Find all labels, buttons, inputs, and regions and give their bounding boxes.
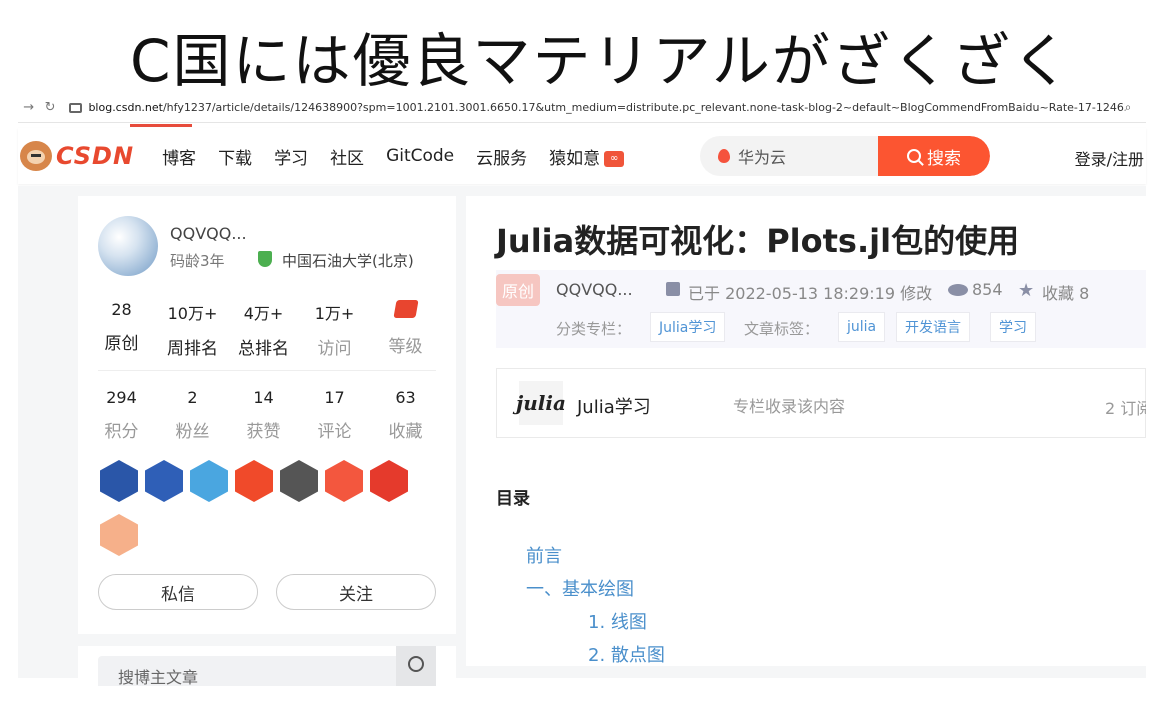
tags-label: 文章标签： xyxy=(744,320,820,338)
zoom-icon[interactable]: ⌕ xyxy=(1125,100,1146,115)
reload-icon[interactable]: ↻ xyxy=(39,100,60,115)
csdn-logo[interactable]: CSDN xyxy=(20,141,134,171)
thirty-days-medal-icon[interactable] xyxy=(100,514,138,556)
follow-button[interactable]: 关注 xyxy=(276,574,436,610)
column-subscribers: 2 订阅 xyxy=(1105,399,1146,418)
rocket-medal-icon[interactable] xyxy=(100,460,138,502)
toc-item[interactable]: 1. 线图 xyxy=(526,608,665,641)
search-icon xyxy=(907,149,921,163)
profile-card: QQVQQ... 码龄3年 中国石油大学(北京) 28 原创 10万+ 周排名 4万… xyxy=(78,196,456,634)
column-card[interactable]: julia Julia学习 专栏收录该内容 2 订阅 xyxy=(496,368,1146,438)
school-name: 中国石油大学(北京) xyxy=(282,252,414,270)
url-text[interactable]: blog.csdn.net/hfy1237/article/details/12… xyxy=(88,101,1124,114)
toc-item[interactable]: 2. 散点图 xyxy=(526,641,665,666)
stat-visits: 1万+ 访问 xyxy=(314,304,355,359)
star-icon[interactable]: ★ xyxy=(1018,280,1034,301)
julia-logo: julia xyxy=(516,381,566,425)
stat-week-rank[interactable]: 10万+ 周排名 xyxy=(157,300,228,359)
forward-icon[interactable]: → xyxy=(18,100,39,115)
meta-date: 已于 2022-05-13 18:29:19 修改 xyxy=(688,284,933,303)
stat-original[interactable]: 28 原创 xyxy=(86,300,157,359)
category-label: 分类专栏： xyxy=(556,320,632,338)
stats-row-1: 28 原创 10万+ 周排名 4万+ 总排名 1万+ 访问 等级 xyxy=(86,300,464,359)
profile-actions: 私信 关注 xyxy=(98,574,454,610)
meta-author[interactable]: QQVQQ... xyxy=(556,280,633,299)
blog-search-card: 搜博主文章 xyxy=(78,646,456,686)
pen-medal-icon[interactable] xyxy=(370,460,408,502)
search-box: 搜索 xyxy=(700,136,990,176)
stats-row-2: 294 积分 2 粉丝 14 获赞 17 评论 63 收藏 xyxy=(86,388,464,442)
article-meta: 原创 QQVQQ... 已于 2022-05-13 18:29:19 修改 85… xyxy=(496,270,1146,348)
stat-total-rank[interactable]: 4万+ 总排名 xyxy=(228,300,299,359)
nav-item-community[interactable]: 社区 xyxy=(330,144,364,169)
meta-favorites[interactable]: 收藏 8 xyxy=(1042,280,1089,304)
gift-medal-icon[interactable] xyxy=(235,460,273,502)
stats-divider xyxy=(98,370,436,371)
stat-comments: 17 评论 xyxy=(317,388,352,442)
stat-level[interactable]: 等级 xyxy=(370,300,441,359)
toc-item[interactable]: 前言 xyxy=(526,542,665,575)
article-panel: Julia数据可视化：Plots.jl包的使用 原创 QQVQQ... 已于 2… xyxy=(466,196,1146,666)
meta-views: 854 xyxy=(972,280,1003,299)
medal-list xyxy=(100,460,440,568)
article-tag[interactable]: 开发语言 xyxy=(896,312,970,342)
top-navigation: CSDN 博客 下载 学习 社区 GitCode 云服务 猿如意∞ 搜索 登录/… xyxy=(18,128,1146,184)
article-title: Julia数据可视化：Plots.jl包的使用 xyxy=(496,222,1020,260)
category-tag[interactable]: Julia学习 xyxy=(650,312,726,342)
column-name[interactable]: Julia学习 xyxy=(577,393,651,419)
nav-item-blog[interactable]: 博客 xyxy=(162,144,196,169)
active-nav-indicator xyxy=(130,124,192,127)
column-description: 专栏收录该内容 xyxy=(733,397,846,416)
blog-search-input[interactable]: 搜博主文章 xyxy=(98,656,436,686)
stat-likes: 14 获赞 xyxy=(246,388,281,442)
blog-medal-icon[interactable] xyxy=(190,460,228,502)
avatar[interactable] xyxy=(98,216,158,276)
code-age: 码龄3年 xyxy=(170,252,225,270)
nav-item-learn[interactable]: 学习 xyxy=(274,144,308,169)
edit-icon xyxy=(666,282,680,296)
flame-icon xyxy=(718,149,730,163)
stat-points: 294 积分 xyxy=(104,388,139,442)
eye-icon xyxy=(948,284,968,296)
blog-search-icon[interactable] xyxy=(396,646,436,686)
address-bar[interactable]: → ↻ blog.csdn.net/hfy1237/article/detail… xyxy=(18,93,1146,123)
stat-fans[interactable]: 2 粉丝 xyxy=(157,388,228,442)
toc-item[interactable]: 一、基本绘图 xyxy=(526,575,665,608)
lock-icon xyxy=(68,102,83,113)
persistence-medal-icon[interactable] xyxy=(280,460,318,502)
profile-username[interactable]: QQVQQ... xyxy=(170,224,247,243)
stat-favorites: 63 收藏 xyxy=(388,388,423,442)
rocket-medal-icon[interactable] xyxy=(145,460,183,502)
ribbon-medal-icon[interactable] xyxy=(325,460,363,502)
article-tag[interactable]: julia xyxy=(838,312,886,342)
school-verified-icon xyxy=(258,251,272,267)
login-link[interactable]: 登录/注册 xyxy=(1075,146,1144,170)
original-badge: 原创 xyxy=(496,274,540,306)
nav-item-download[interactable]: 下载 xyxy=(218,144,252,169)
search-input[interactable] xyxy=(738,146,888,166)
search-button[interactable]: 搜索 xyxy=(878,136,990,176)
yuanruyi-badge-icon: ∞ xyxy=(604,150,625,167)
article-tag[interactable]: 学习 xyxy=(990,312,1036,342)
nav-item-yuanruyi[interactable]: 猿如意 ∞ xyxy=(549,144,625,169)
monkey-logo-icon xyxy=(20,141,52,171)
level-icon xyxy=(392,300,419,318)
nav-item-gitcode[interactable]: GitCode xyxy=(386,146,454,166)
toc-title: 目录 xyxy=(496,489,530,509)
nav-item-cloud[interactable]: 云服务 xyxy=(476,144,527,169)
slide-title: C国には優良マテリアルがざくざく xyxy=(130,27,1072,95)
table-of-contents: 前言 一、基本绘图 1. 线图 2. 散点图 xyxy=(526,542,665,666)
message-button[interactable]: 私信 xyxy=(98,574,258,610)
